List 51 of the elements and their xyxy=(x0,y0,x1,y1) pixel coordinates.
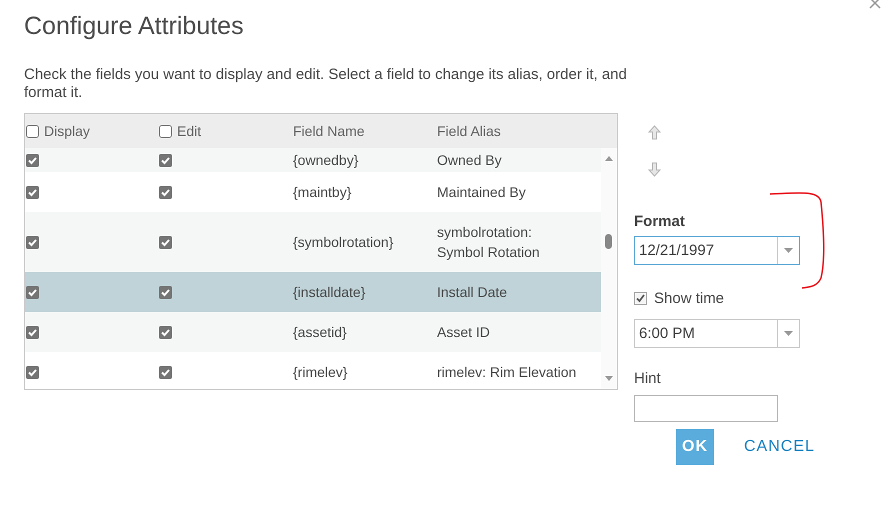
scroll-down-icon[interactable] xyxy=(605,376,613,381)
column-header: Edit xyxy=(177,123,202,139)
field-alias: Owned By xyxy=(437,151,503,170)
field-name: {assetid} xyxy=(293,324,347,340)
field-alias: Maintained By xyxy=(437,183,527,202)
table-row[interactable]: {ownedby} Owned By xyxy=(25,148,601,172)
field-name: {ownedby} xyxy=(293,152,358,168)
scroll-thumb[interactable] xyxy=(605,234,612,249)
caret-icon xyxy=(784,248,793,253)
dialog-title: Configure Attributes xyxy=(23,11,244,41)
table-row[interactable]: {assetid} Asset ID xyxy=(25,312,601,352)
checkbox[interactable] xyxy=(159,286,172,298)
field-alias: Asset ID xyxy=(437,323,491,342)
checkbox[interactable] xyxy=(159,154,172,166)
caret-icon xyxy=(784,331,793,336)
cancel-button[interactable]: CANCEL xyxy=(734,438,825,456)
checkbox[interactable] xyxy=(26,366,39,378)
time-dropdown[interactable]: 6:00 PM xyxy=(634,319,800,348)
hint-label: Hint xyxy=(634,370,662,387)
checkbox[interactable] xyxy=(26,124,39,138)
table-row[interactable]: {symbolrotation} symbolrotation: Symbol Rotation xyxy=(25,212,601,272)
format-label: Format xyxy=(634,213,686,230)
scrollbar[interactable] xyxy=(601,148,617,389)
checkbox[interactable] xyxy=(159,326,172,338)
column-header: Field Alias xyxy=(437,123,501,139)
checkbox[interactable] xyxy=(159,236,172,248)
checkbox[interactable] xyxy=(634,292,647,305)
checkbox[interactable] xyxy=(159,366,172,378)
hint-field[interactable] xyxy=(634,395,778,422)
show-time-label: Show time xyxy=(654,290,724,307)
column-header: Display xyxy=(44,123,90,139)
field-alias: symbolrotation: Symbol Rotation xyxy=(437,223,541,262)
field-name: {maintby} xyxy=(293,184,352,200)
checkbox[interactable] xyxy=(159,124,172,138)
checkbox[interactable] xyxy=(26,154,39,166)
field-name: {rimelev} xyxy=(293,364,348,380)
format-dropdown[interactable]: 12/21/1997 xyxy=(634,236,800,265)
checkbox[interactable] xyxy=(26,286,39,298)
checkbox[interactable] xyxy=(26,186,39,198)
description-text: Check the fields you want to display and edit. Select a field to change its alias, order it, and format it. xyxy=(24,66,628,102)
close-icon[interactable] xyxy=(869,0,881,10)
checkbox[interactable] xyxy=(26,236,39,248)
checkbox[interactable] xyxy=(26,326,39,338)
checkbox[interactable] xyxy=(159,186,172,198)
column-header: Field Name xyxy=(293,123,365,139)
table-row[interactable]: {installdate} Install Date xyxy=(25,272,601,312)
field-alias: rimelev: Rim Elevation xyxy=(437,363,577,382)
field-name: {symbolrotation} xyxy=(293,234,394,250)
field-name: {installdate} xyxy=(293,284,366,300)
scroll-up-icon[interactable] xyxy=(605,156,613,161)
field-alias: Install Date xyxy=(437,283,508,302)
